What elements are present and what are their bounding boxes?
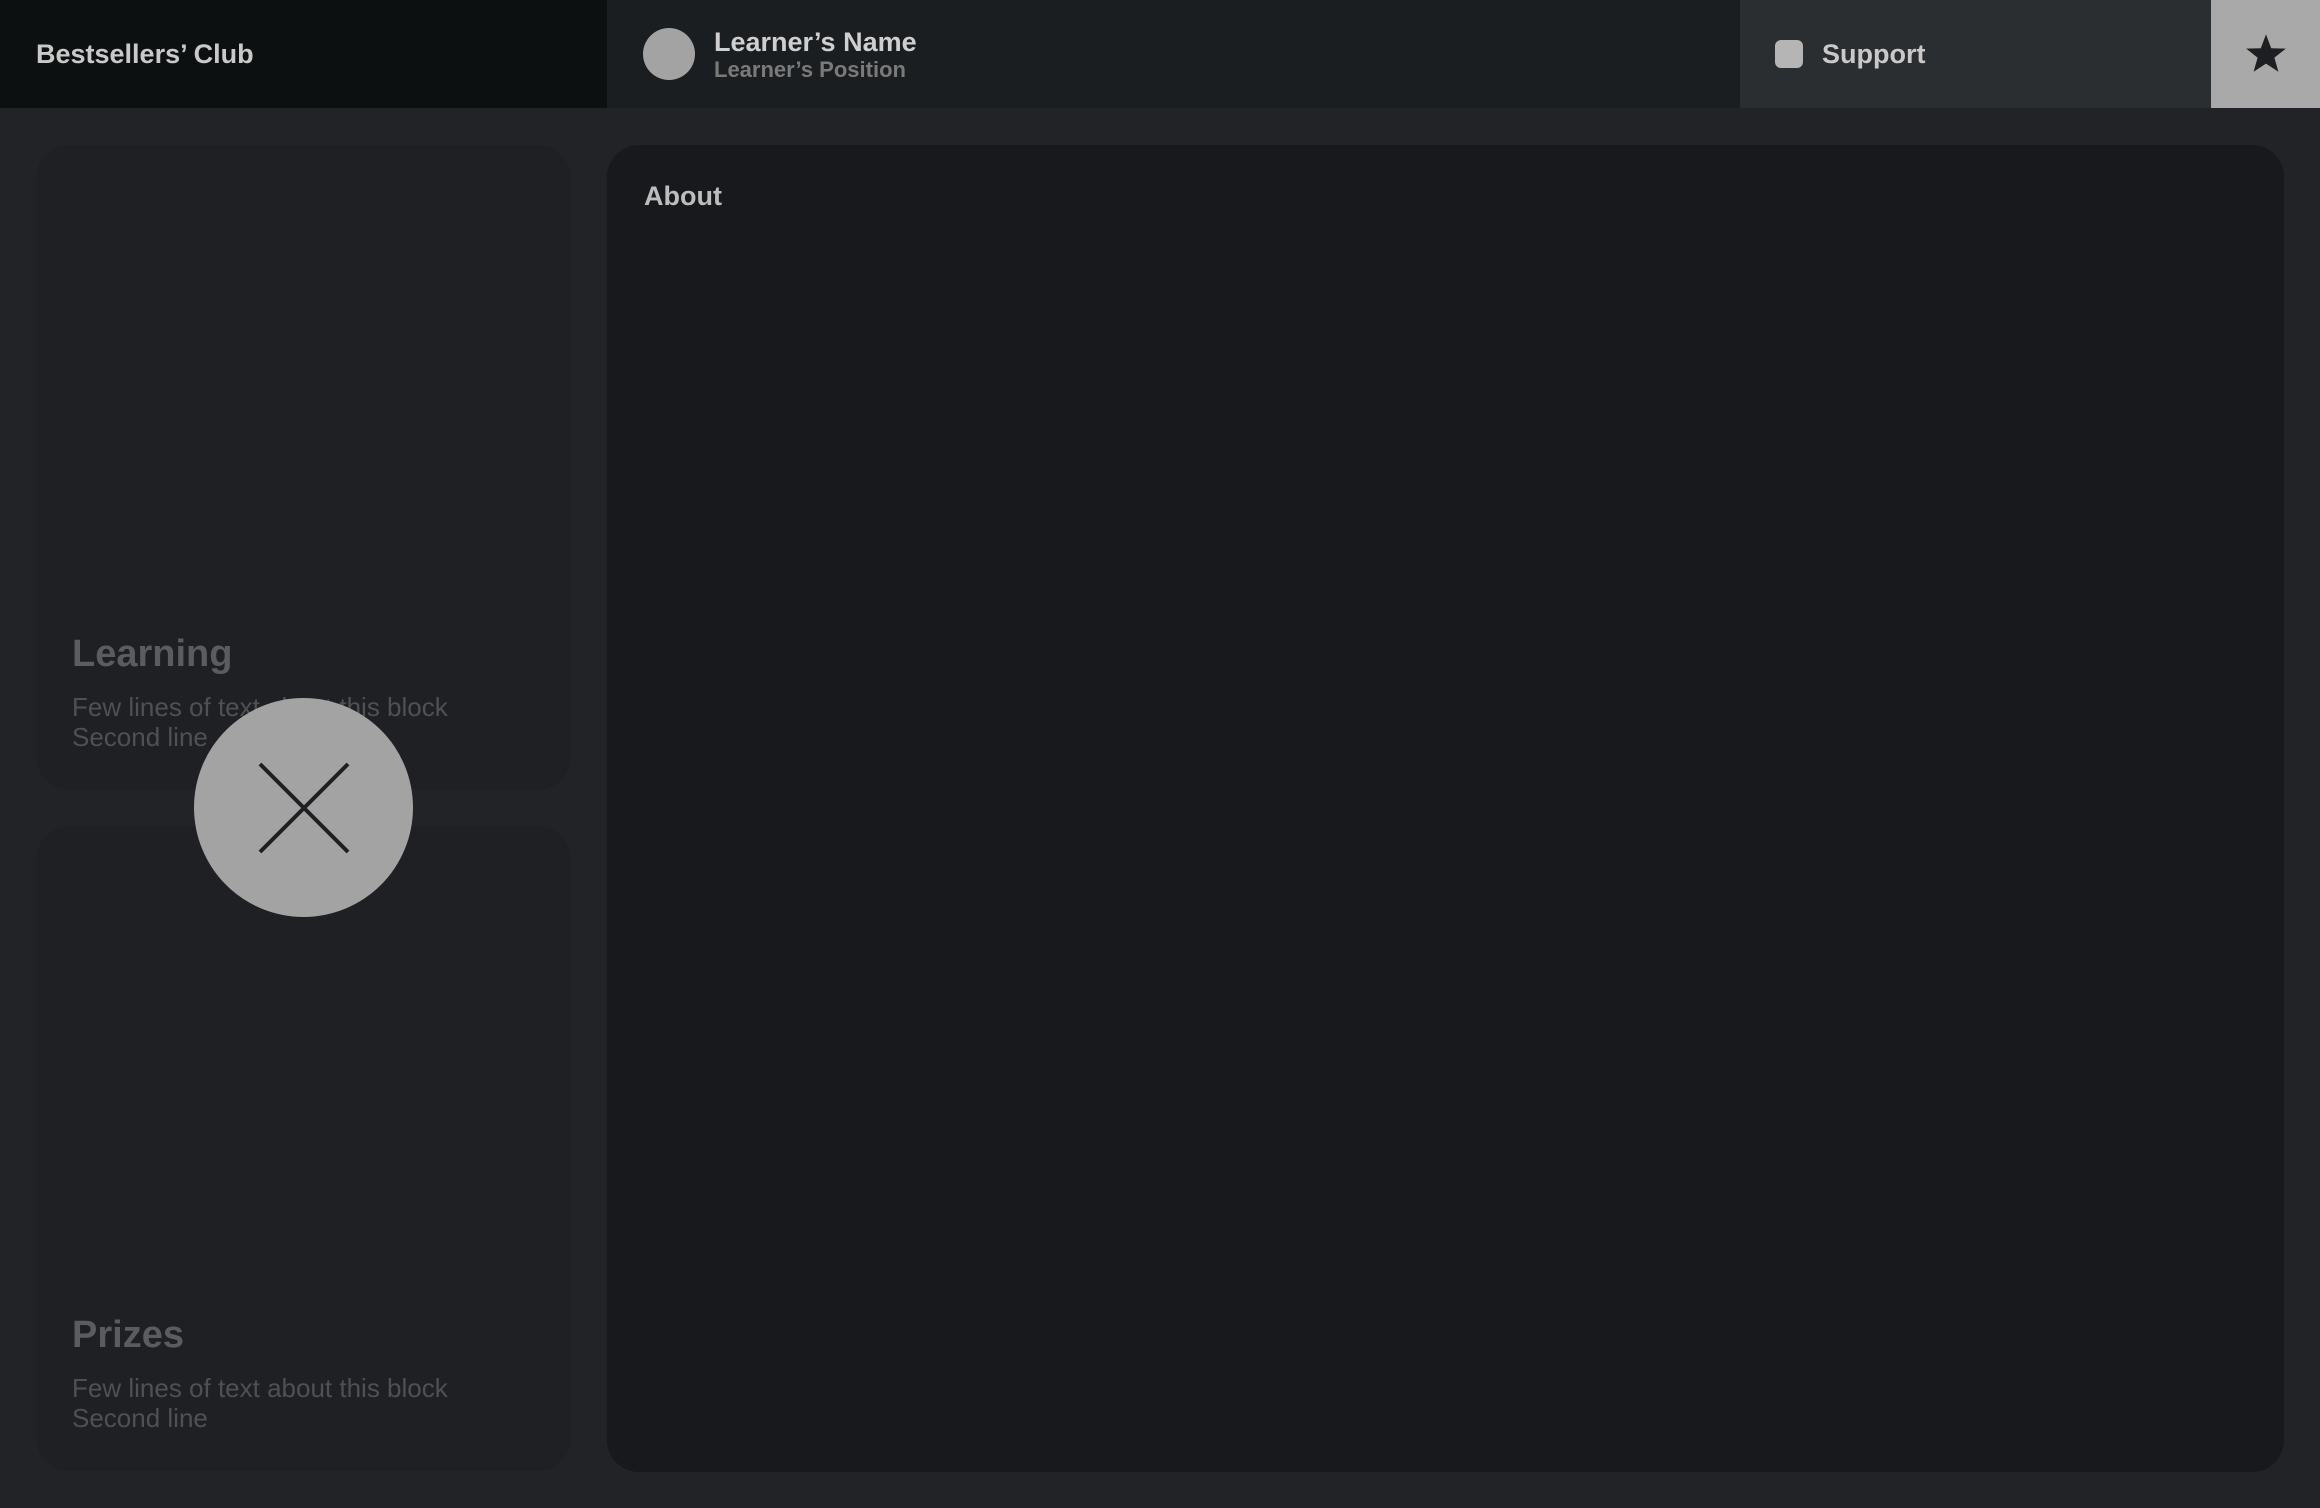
support-label: Support (1822, 38, 1926, 69)
brand-title: Bestsellers’ Club (36, 38, 254, 69)
top-header: Bestsellers’ Club Learner’s Name Learner… (0, 0, 2320, 108)
card-description-line: Few lines of text about this block (72, 1373, 448, 1403)
card-title: Prizes (72, 1314, 184, 1356)
card-description-line: Second line (72, 1403, 208, 1433)
brand-bar: Bestsellers’ Club (0, 0, 607, 108)
card-title: Learning (72, 633, 233, 675)
close-button[interactable] (194, 698, 413, 917)
about-panel: About (607, 145, 2284, 1472)
avatar (643, 28, 695, 80)
learner-position: Learner’s Position (714, 57, 906, 82)
panel-title: About (644, 181, 722, 211)
learner-info: Learner’s Name Learner’s Position (714, 26, 917, 82)
close-icon (258, 762, 349, 853)
prizes-card[interactable]: Prizes Few lines of text about this bloc… (36, 826, 571, 1471)
learning-card[interactable]: Learning Few lines of text about this bl… (36, 145, 571, 790)
card-description: Few lines of text about this block Secon… (72, 1373, 448, 1433)
learner-profile[interactable]: Learner’s Name Learner’s Position (607, 0, 1740, 108)
support-button[interactable]: Support (1740, 0, 2211, 108)
square-icon (1775, 40, 1803, 68)
learner-name: Learner’s Name (714, 27, 917, 57)
star-button[interactable] (2211, 0, 2320, 108)
star-icon (2245, 34, 2286, 72)
